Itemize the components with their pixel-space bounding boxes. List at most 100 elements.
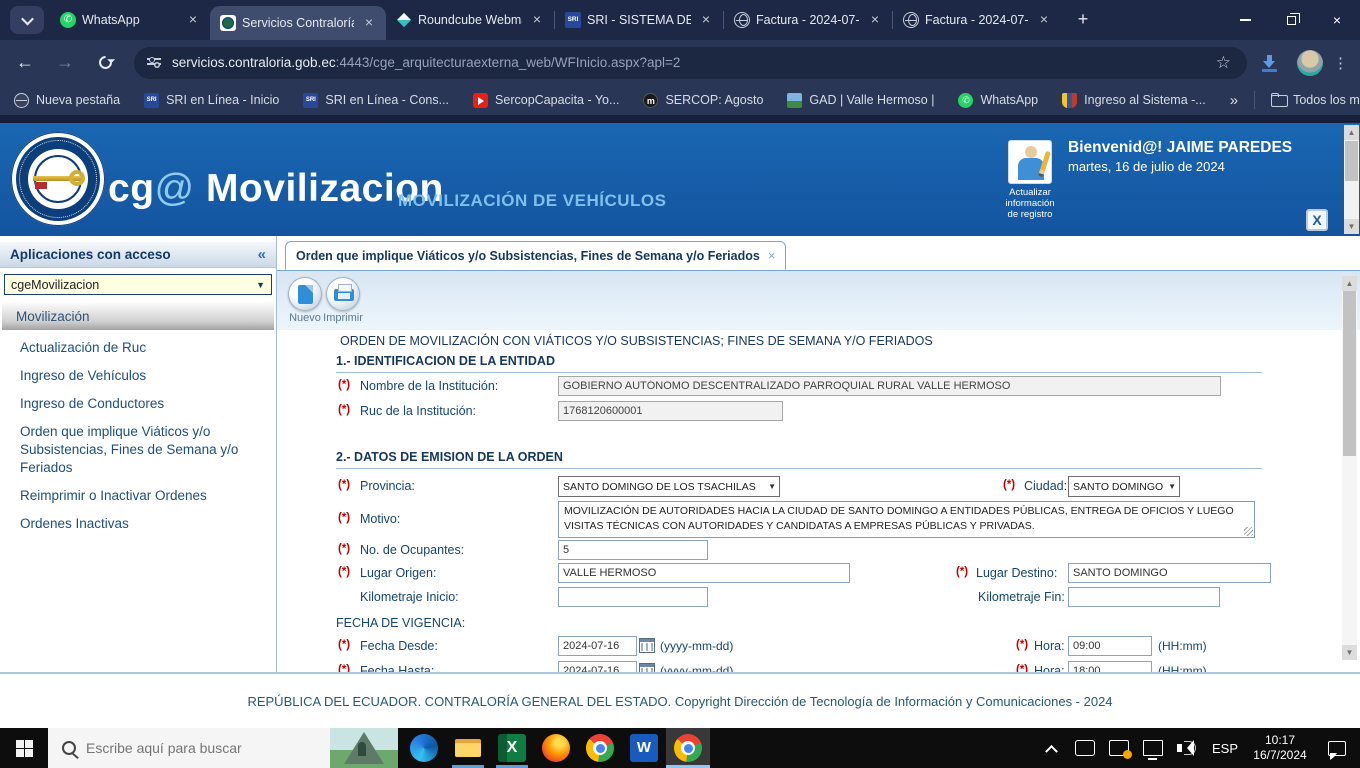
header-scrollbar[interactable]: ▲ ▼: [1344, 125, 1359, 234]
sidebar-group-movilizacion[interactable]: Movilización: [2, 302, 274, 330]
tab-close-icon[interactable]: ×: [360, 14, 378, 32]
sidebar-item-actualizacion-ruc[interactable]: Actualización de Ruc: [0, 334, 276, 362]
toolbar: Nuevo Imprimir: [277, 271, 1360, 330]
bookmark-sri-inicio[interactable]: SRI SRI en Línea - Inicio: [144, 92, 279, 108]
sidebar-collapse-icon[interactable]: «: [258, 246, 266, 263]
bookmark-star-icon[interactable]: ☆: [1216, 53, 1231, 73]
taskbar-clock[interactable]: 10:17 16/7/2024: [1250, 733, 1310, 763]
sidebar-item-ordenes-inactivas[interactable]: Ordenes Inactivas: [0, 510, 276, 538]
address-bar[interactable]: servicios.contraloria.gob.ec:4443/cge_ar…: [134, 46, 1247, 79]
new-tab-button[interactable]: +: [1069, 6, 1097, 34]
tab-title: WhatsApp: [82, 13, 140, 27]
browser-menu-icon[interactable]: ⋮: [1333, 54, 1348, 72]
volume-icon[interactable]: [1176, 740, 1197, 756]
taskbar-explorer[interactable]: [446, 728, 490, 768]
ocupantes-field[interactable]: [558, 540, 708, 560]
tray-expand-icon[interactable]: [1045, 744, 1058, 758]
minimize-button[interactable]: [1222, 0, 1268, 40]
session-close-button[interactable]: X: [1306, 209, 1328, 231]
tab-search-button[interactable]: [10, 6, 44, 34]
kilometraje-inicio-field[interactable]: [558, 587, 708, 607]
hora-desde-field[interactable]: [1068, 636, 1152, 656]
browser-tab-factura-2[interactable]: Factura - 2024-07-16 ×: [893, 0, 1061, 40]
lugar-origen-field[interactable]: [558, 563, 850, 583]
sidebar-menu: Actualización de Ruc Ingreso de Vehículo…: [0, 334, 276, 538]
fecha-desde-field[interactable]: [558, 636, 637, 656]
browser-tab-servicios-contraloria[interactable]: Servicios Contraloría ×: [210, 6, 386, 40]
tab-close-icon[interactable]: ×: [1035, 11, 1053, 29]
tab-close-icon[interactable]: ×: [697, 11, 715, 29]
back-button[interactable]: ←: [10, 48, 40, 78]
scrollbar-thumb[interactable]: [1343, 291, 1356, 456]
bookmark-sercop-agosto[interactable]: m SERCOP: Agosto: [643, 92, 763, 108]
scroll-up-icon[interactable]: ▲: [1344, 125, 1359, 140]
calendar-icon[interactable]: [639, 638, 655, 653]
start-button[interactable]: [0, 728, 48, 768]
page-footer: REPÚBLICA DEL ECUADOR. CONTRALORÍA GENER…: [0, 672, 1360, 728]
update-registration-button[interactable]: [1008, 140, 1052, 184]
bookmark-ingreso-sistema[interactable]: Ingreso al Sistema -...: [1062, 92, 1206, 108]
taskbar-chrome[interactable]: [578, 728, 622, 768]
taskbar-excel[interactable]: X: [490, 728, 534, 768]
bookmarks-overflow-button[interactable]: »: [1230, 92, 1238, 109]
profile-avatar[interactable]: [1297, 49, 1323, 76]
all-bookmarks-button[interactable]: Todos los marcadores: [1271, 92, 1360, 108]
scroll-down-icon[interactable]: ▼: [1342, 645, 1357, 660]
tablet-mode-icon[interactable]: [1074, 740, 1095, 756]
taskbar-edge[interactable]: [402, 728, 446, 768]
tab-orden-viaticos[interactable]: Orden que implique Viáticos y/o Subsiste…: [285, 241, 787, 270]
hora-hasta-field[interactable]: [1068, 661, 1152, 672]
tab-close-icon[interactable]: ×: [528, 11, 546, 29]
tab-close-icon[interactable]: ×: [184, 11, 202, 29]
section-label: FECHA DE VIGENCIA:: [336, 616, 466, 630]
site-info-icon[interactable]: [146, 55, 162, 71]
taskbar-word[interactable]: W: [622, 728, 666, 768]
reload-button[interactable]: [90, 48, 120, 78]
scrollbar-thumb[interactable]: [1345, 141, 1358, 181]
ciudad-select[interactable]: SANTO DOMINGO ▼: [1068, 476, 1180, 497]
new-button[interactable]: Nuevo: [285, 277, 325, 324]
maximize-button[interactable]: [1268, 0, 1314, 40]
content-scrollbar[interactable]: ▲ ▼: [1342, 276, 1357, 660]
fecha-hasta-field[interactable]: [558, 661, 637, 672]
sidebar-item-ingreso-vehiculos[interactable]: Ingreso de Vehículos: [0, 362, 276, 390]
bookmark-whatsapp[interactable]: ✆ WhatsApp: [958, 92, 1038, 108]
section-1-header: 1.- IDENTIFICACION DE LA ENTIDAD: [336, 354, 1262, 373]
taskbar-firefox[interactable]: [534, 728, 578, 768]
bookmark-sri-consultas[interactable]: SRI SRI en Línea - Cons...: [303, 92, 449, 108]
browser-tab-whatsapp[interactable]: ✆ WhatsApp ×: [50, 0, 210, 40]
language-indicator[interactable]: ESP: [1212, 741, 1238, 756]
motivo-textarea[interactable]: MOVILIZACIÓN DE AUTORIDADES HACIA LA CIU…: [558, 501, 1255, 538]
bookmark-nueva-pestana[interactable]: Nueva pestaña: [14, 92, 120, 108]
globe-icon: [903, 12, 919, 28]
calendar-icon[interactable]: [639, 663, 655, 672]
search-highlight-image[interactable]: [330, 728, 398, 768]
taskbar-chrome-active[interactable]: [666, 728, 710, 768]
document-tabstrip: Orden que implique Viáticos y/o Subsiste…: [277, 236, 1360, 271]
forward-button[interactable]: →: [50, 48, 80, 78]
network-icon[interactable]: [1142, 740, 1163, 760]
lugar-destino-field[interactable]: [1068, 563, 1271, 583]
tab-close-icon[interactable]: ×: [768, 248, 776, 263]
application-select[interactable]: cgeMovilizacion ▼: [4, 274, 272, 295]
print-button[interactable]: Imprimir: [323, 277, 363, 324]
browser-tabstrip: ✆ WhatsApp × Servicios Contraloría × Rou…: [0, 0, 1360, 40]
scroll-down-icon[interactable]: ▼: [1344, 219, 1359, 234]
scroll-up-icon[interactable]: ▲: [1342, 276, 1357, 291]
provincia-select[interactable]: SANTO DOMINGO DE LOS TSACHILAS ▼: [558, 476, 780, 497]
kilometraje-fin-field[interactable]: [1068, 587, 1220, 607]
downloads-icon[interactable]: [1261, 54, 1279, 72]
bookmark-gad-valle-hermoso[interactable]: GAD | Valle Hermoso |: [787, 92, 934, 108]
sidebar-item-orden-viaticos[interactable]: Orden que implique Viáticos y/o Subsiste…: [0, 418, 262, 482]
close-window-button[interactable]: ×: [1314, 0, 1360, 40]
sidebar-item-ingreso-conductores[interactable]: Ingreso de Conductores: [0, 390, 276, 418]
action-center-icon[interactable]: [1328, 740, 1346, 760]
tab-close-icon[interactable]: ×: [866, 11, 884, 29]
browser-tab-sri[interactable]: SRI SRI - SISTEMA DE CO ×: [555, 0, 723, 40]
taskbar-search[interactable]: [48, 728, 398, 768]
browser-tab-factura-1[interactable]: Factura - 2024-07-16 ×: [724, 0, 892, 40]
bookmark-sercopcapacita[interactable]: SercopCapacita - Yo...: [473, 92, 619, 108]
sidebar-item-reimprimir-inactivar[interactable]: Reimprimir o Inactivar Ordenes: [0, 482, 276, 510]
screen-share-icon[interactable]: [1108, 740, 1132, 759]
browser-tab-roundcube[interactable]: Roundcube Webmail ×: [386, 0, 554, 40]
